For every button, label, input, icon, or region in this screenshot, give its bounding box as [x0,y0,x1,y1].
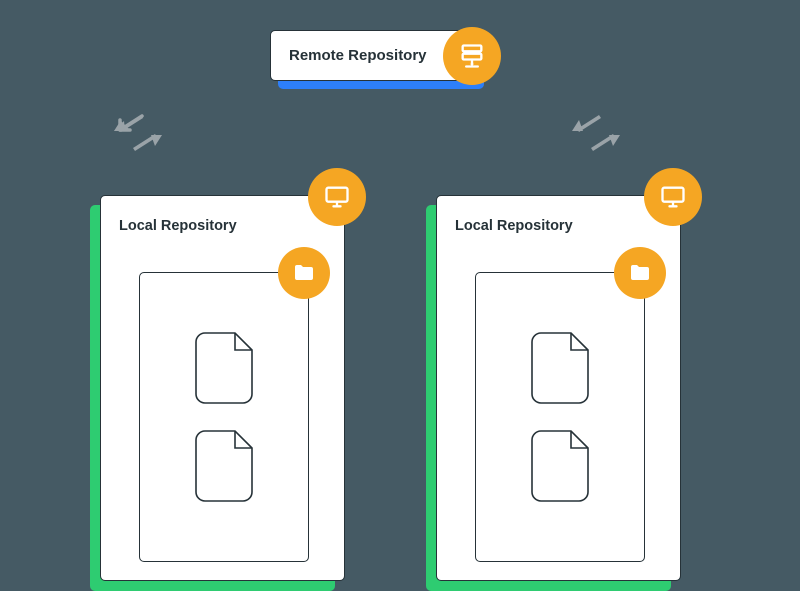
local-repository-left: Local Repository html css [100,195,345,581]
file-css: css [195,430,253,502]
file-html: html [195,332,253,404]
local-repository-right: Local Repository html css [436,195,681,581]
remote-label: Remote Repository [289,47,427,64]
local-box: Local Repository html css [100,195,345,581]
local-label: Local Repository [455,218,662,234]
local-label: Local Repository [119,218,326,234]
working-folder: html css [139,272,309,562]
remote-repository: Remote Repository [270,30,476,81]
sync-arrows-left [108,112,168,154]
folder-icon [278,247,330,299]
remote-box: Remote Repository [270,30,476,81]
monitor-icon [308,168,366,226]
file-html: html [531,332,589,404]
server-icon [443,27,501,85]
folder-icon [614,247,666,299]
monitor-icon [644,168,702,226]
local-box: Local Repository html css [436,195,681,581]
sync-arrows-right [566,112,626,154]
file-css: css [531,430,589,502]
working-folder: html css [475,272,645,562]
